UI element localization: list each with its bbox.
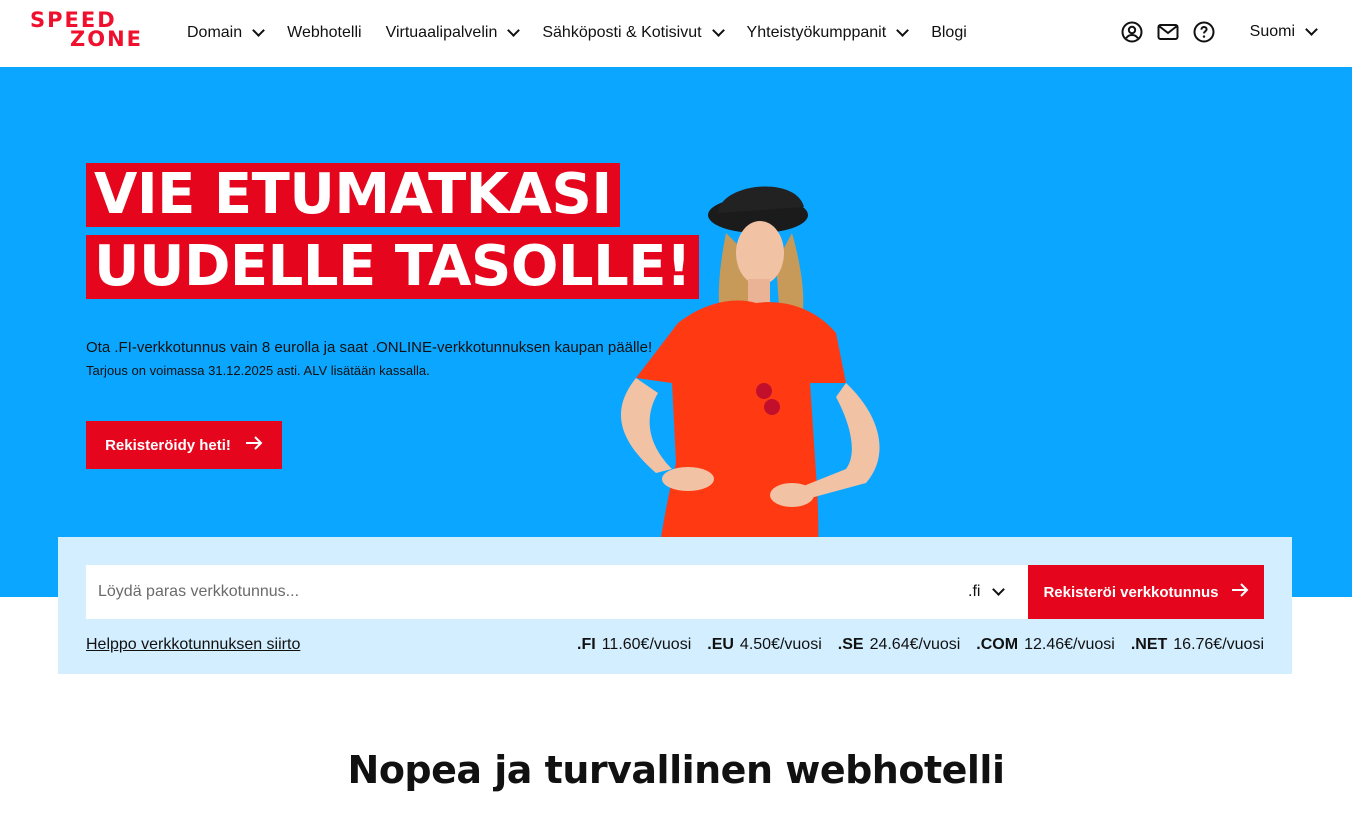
domain-search-box: .fi: [86, 565, 1028, 619]
hero-offer-text: Ota .FI-verkkotunnus vain 8 eurolla ja s…: [86, 339, 653, 356]
chevron-down-icon: [896, 24, 910, 37]
chevron-down-icon: [507, 24, 521, 37]
site-header: SPEED ZONE Domain Webhotelli Virtuaalipa…: [0, 0, 1352, 67]
nav-item-blogi[interactable]: Blogi: [931, 24, 967, 42]
section-title: Nopea ja turvallinen webhotelli: [347, 748, 1005, 792]
nav-item-webhotelli[interactable]: Webhotelli: [287, 24, 361, 42]
nav-item-sahkoposti[interactable]: Sähköposti & Kotisivut: [542, 24, 725, 42]
domain-search-panel: .fi Rekisteröi verkkotunnus Helppo verkk…: [58, 537, 1292, 674]
tld-name: .FI: [577, 636, 596, 653]
hero-person-image: [620, 186, 880, 597]
user-icon[interactable]: [1120, 20, 1144, 44]
hero-banner: VIE ETUMATKASI UUDELLE TASOLLE! Ota .FI-…: [0, 67, 1352, 597]
price-item-com: .COM 12.46€/vuosi: [976, 636, 1115, 654]
tld-select[interactable]: .fi: [968, 565, 1028, 619]
price-item-net: .NET 16.76€/vuosi: [1131, 636, 1264, 654]
tld-price: 12.46€/vuosi: [1024, 636, 1115, 653]
domain-search-input[interactable]: [98, 565, 958, 619]
arrow-right-icon: [1231, 583, 1249, 601]
headline-line-1: VIE ETUMATKASI: [86, 163, 620, 227]
register-domain-label: Rekisteröi verkkotunnus: [1043, 583, 1219, 601]
price-item-eu: .EU 4.50€/vuosi: [707, 636, 822, 654]
domain-transfer-link[interactable]: Helppo verkkotunnuksen siirto: [86, 636, 300, 654]
tld-price-list: .FI 11.60€/vuosi .EU 4.50€/vuosi .SE 24.64€…: [561, 636, 1264, 654]
nav-item-label: Webhotelli: [287, 24, 362, 41]
language-selector[interactable]: Suomi: [1249, 23, 1318, 41]
tld-price: 16.76€/vuosi: [1173, 636, 1264, 653]
tld-price: 11.60€/vuosi: [601, 636, 692, 653]
tld-name: .SE: [837, 636, 864, 653]
help-icon[interactable]: [1192, 20, 1216, 44]
tld-name: .EU: [707, 636, 734, 653]
nav-item-label: Yhteistyökumppanit: [746, 24, 887, 41]
chevron-down-icon: [252, 24, 266, 37]
tld-name: .COM: [976, 636, 1019, 653]
logo-text-zone: ZONE: [70, 27, 143, 51]
speedzone-logo[interactable]: SPEED ZONE: [30, 10, 158, 51]
utility-nav: Suomi: [1108, 19, 1318, 45]
nav-item-domain[interactable]: Domain: [187, 24, 266, 42]
nav-item-label: Domain: [187, 24, 243, 41]
nav-item-label: Sähköposti & Kotisivut: [542, 24, 702, 41]
register-now-label: Rekisteröidy heti!: [105, 436, 231, 454]
register-domain-button[interactable]: Rekisteröi verkkotunnus: [1028, 565, 1264, 619]
main-nav: Domain Webhotelli Virtuaalipalvelin Sähk…: [187, 21, 991, 45]
nav-item-label: Blogi: [931, 24, 967, 41]
tld-name: .NET: [1130, 636, 1168, 653]
hero-offer-terms: Tarjous on voimassa 31.12.2025 asti. ALV…: [86, 363, 430, 378]
chevron-down-icon: [992, 583, 1006, 596]
nav-item-yhteistyokumppanit[interactable]: Yhteistyökumppanit: [746, 24, 910, 42]
price-item-fi: .FI 11.60€/vuosi: [577, 636, 691, 654]
tld-price: 24.64€/vuosi: [869, 636, 961, 653]
nav-item-label: Virtuaalipalvelin: [385, 24, 498, 41]
tld-select-value: .fi: [968, 583, 981, 600]
mail-icon[interactable]: [1156, 20, 1180, 44]
chevron-down-icon: [1305, 23, 1318, 36]
tld-price: 4.50€/vuosi: [739, 636, 822, 653]
arrow-right-icon: [245, 436, 263, 454]
register-now-button[interactable]: Rekisteröidy heti!: [86, 421, 282, 469]
language-label: Suomi: [1249, 23, 1295, 40]
price-item-se: .SE 24.64€/vuosi: [838, 636, 961, 654]
chevron-down-icon: [711, 24, 725, 37]
nav-item-virtuaalipalvelin[interactable]: Virtuaalipalvelin: [385, 24, 521, 42]
